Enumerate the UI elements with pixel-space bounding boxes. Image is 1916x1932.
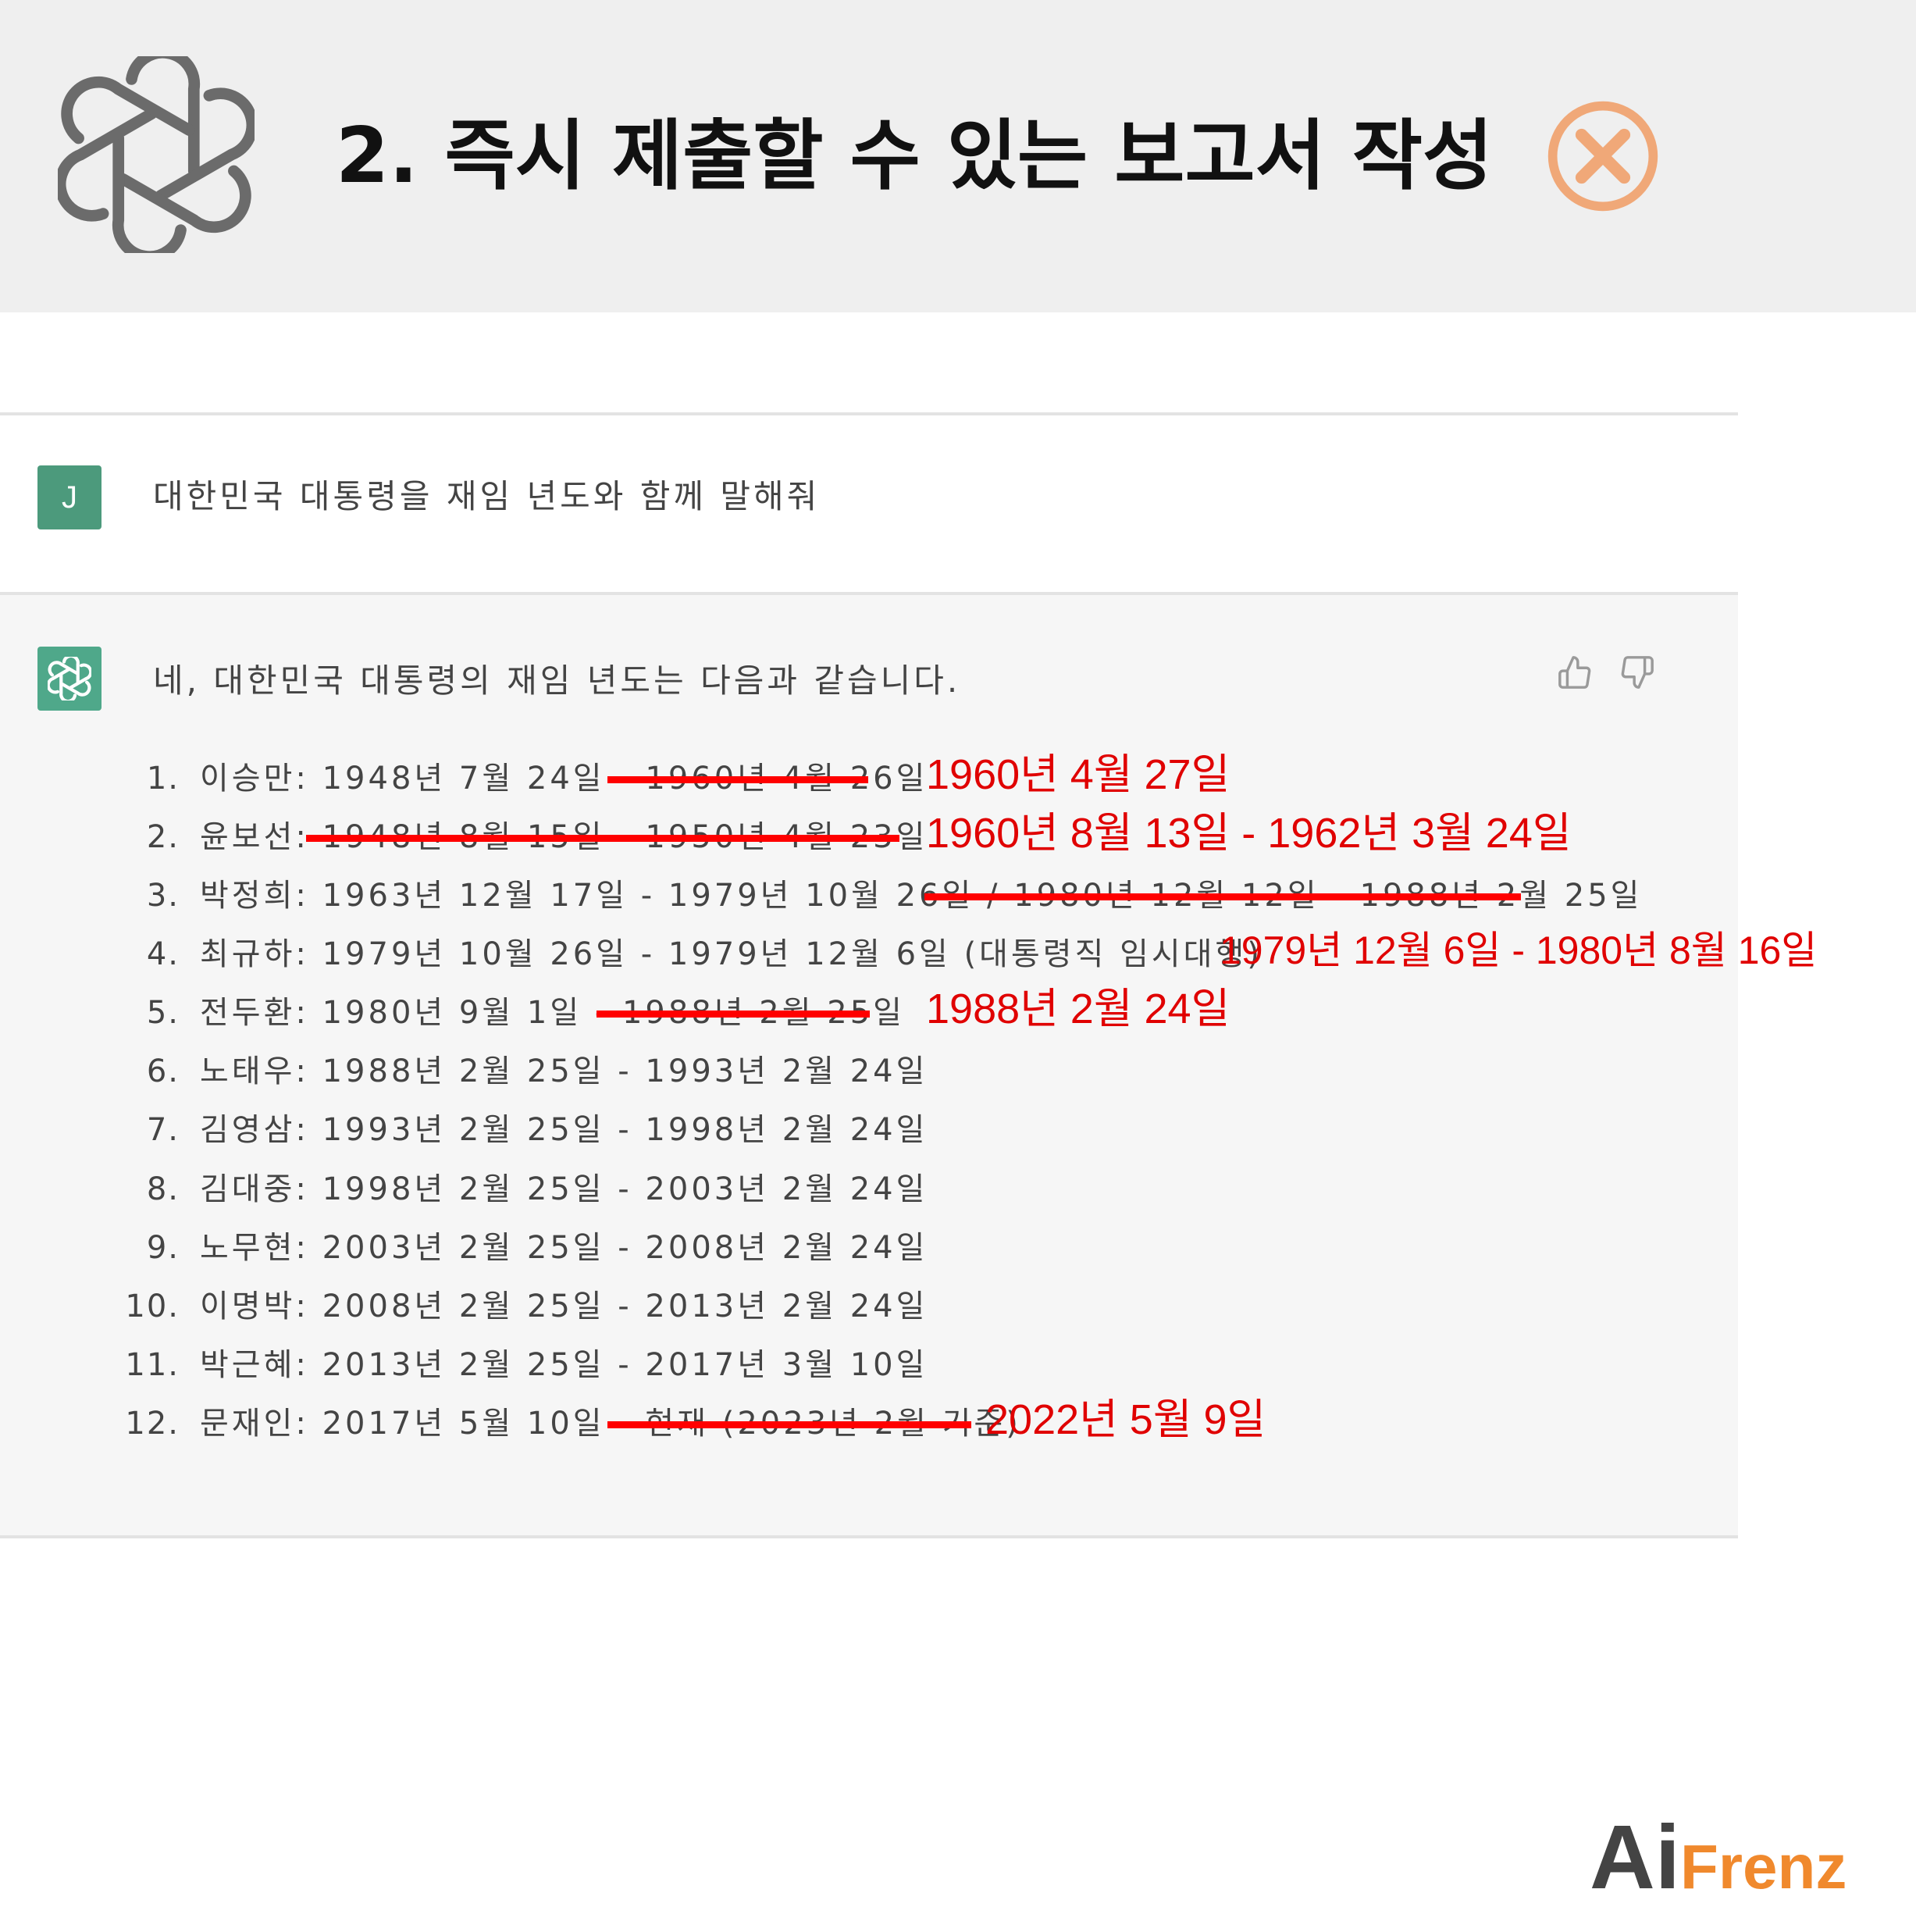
strike-mark — [597, 1011, 870, 1018]
list-item-text: 김대중: 1998년 2월 25일 - 2003년 2월 24일 — [200, 1171, 928, 1207]
list-item-number: 8. — [146, 1171, 180, 1207]
openai-logo-icon — [48, 657, 91, 700]
list-item-text: 노무현: 2003년 2월 25일 - 2008년 2월 24일 — [200, 1230, 928, 1266]
strike-mark — [306, 835, 899, 842]
user-avatar: J — [37, 465, 101, 529]
correction-text: 1960년 4월 27일 — [926, 751, 1230, 798]
list-item-number: 6. — [146, 1053, 180, 1089]
divider — [0, 1535, 1738, 1538]
correction-text: 2022년 5월 9일 — [985, 1396, 1266, 1443]
list-item-number: 12. — [125, 1406, 180, 1442]
brand-logo: AiFrenz — [1590, 1810, 1847, 1932]
list-item-text: 이명박: 2008년 2월 25일 - 2013년 2월 24일 — [200, 1289, 928, 1324]
list-item-number: 7. — [146, 1112, 180, 1148]
list-item-text: 노태우: 1988년 2월 25일 - 1993년 2월 24일 — [200, 1053, 928, 1089]
thumbs-up-icon[interactable] — [1557, 654, 1593, 690]
strike-mark — [607, 776, 868, 783]
list-item-text: 박근혜: 2013년 2월 25일 - 2017년 3월 10일 — [200, 1347, 928, 1383]
strike-mark — [924, 893, 1521, 900]
assistant-avatar — [37, 647, 101, 711]
page-header: 2. 즉시 제출할 수 있는 보고서 작성 — [0, 0, 1916, 312]
list-item-number: 11. — [125, 1347, 180, 1383]
assistant-message-row: 네, 대한민국 대통령의 재임 년도는 다음과 같습니다. 1. 이승만: 19… — [0, 595, 1817, 1535]
list-item-text: 최규하: 1979년 10월 26일 - 1979년 12월 6일 (대통령직 … — [200, 936, 1262, 972]
correction-text: 1960년 8월 13일 - 1962년 3월 24일 — [926, 810, 1572, 857]
strike-mark — [607, 1421, 971, 1428]
user-message-text: 대한민국 대통령을 재임 년도와 함께 말해줘 — [153, 477, 821, 515]
page-title: 2. 즉시 제출할 수 있는 보고서 작성 — [336, 112, 1494, 201]
list-item-text: 김영삼: 1993년 2월 25일 - 1998년 2월 24일 — [200, 1112, 928, 1148]
list-item-number: 4. — [146, 936, 180, 972]
correction-text: 1988년 2월 24일 — [926, 986, 1230, 1032]
brand-logo-ai: Ai — [1590, 1806, 1680, 1908]
thumbs-down-icon[interactable] — [1619, 654, 1655, 690]
list-item-number: 1. — [146, 761, 180, 797]
assistant-intro-text: 네, 대한민국 대통령의 재임 년도는 다음과 같습니다. — [153, 661, 961, 700]
list-item-number: 9. — [146, 1230, 180, 1266]
brand-logo-frenz: Frenz — [1680, 1832, 1847, 1902]
openai-logo-icon — [58, 56, 255, 253]
list-item-number: 3. — [146, 878, 180, 914]
list-item-number: 2. — [146, 819, 180, 855]
user-message-row: J 대한민국 대통령을 재임 년도와 함께 말해줘 — [0, 415, 1738, 592]
list-item-number: 10. — [125, 1289, 180, 1324]
x-circle-icon — [1547, 101, 1658, 212]
correction-text: 1979년 12월 6일 - 1980년 8월 16일 — [1220, 929, 1818, 972]
list-item-number: 5. — [146, 995, 180, 1031]
